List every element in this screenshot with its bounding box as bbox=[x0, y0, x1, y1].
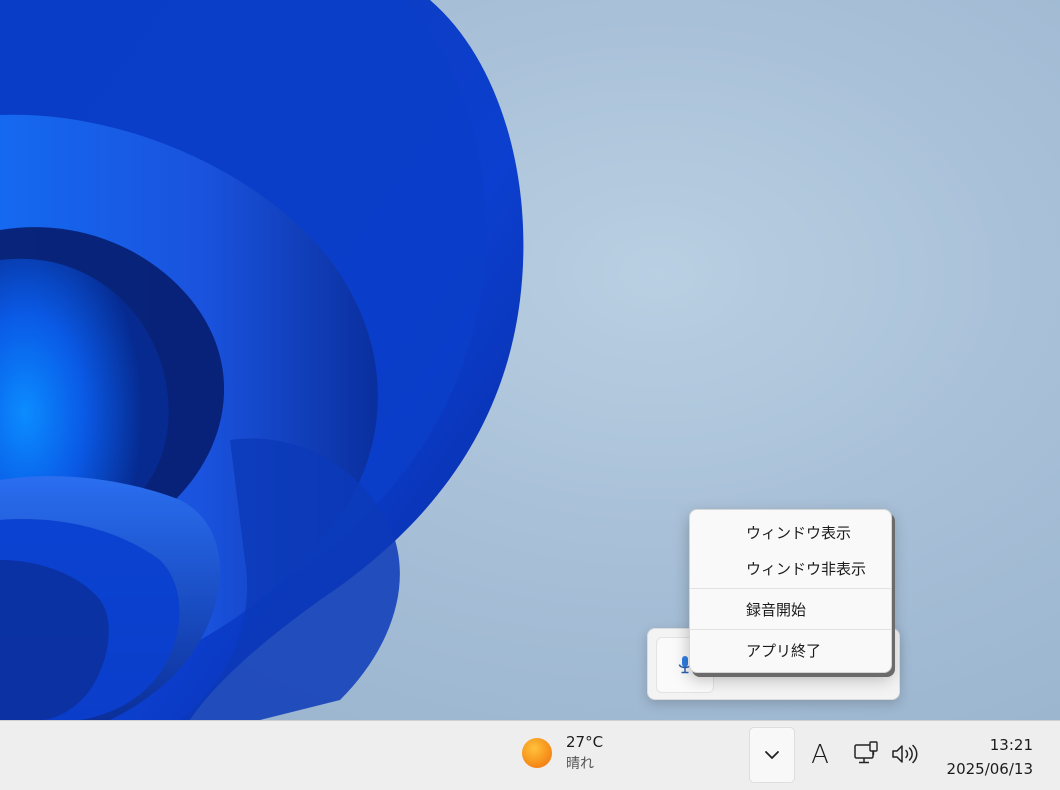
menu-item-show-window[interactable]: ウィンドウ表示 bbox=[690, 514, 891, 550]
ime-mode-indicator[interactable]: A bbox=[806, 738, 834, 772]
menu-separator bbox=[690, 629, 891, 630]
show-hidden-icons-button[interactable] bbox=[749, 727, 795, 783]
menu-item-start-recording[interactable]: 録音開始 bbox=[690, 591, 891, 627]
sun-icon bbox=[522, 738, 552, 768]
taskbar: 27°C 晴れ A 13:21 2025/06/13 bbox=[0, 720, 1060, 790]
menu-item-quit-app[interactable]: アプリ終了 bbox=[690, 632, 891, 668]
weather-temperature: 27°C bbox=[566, 733, 604, 751]
clock-time: 13:21 bbox=[989, 736, 1033, 754]
menu-separator bbox=[690, 588, 891, 589]
desktop: ウィンドウ表示 ウィンドウ非表示 録音開始 アプリ終了 bbox=[0, 0, 1060, 720]
weather-widget[interactable]: 27°C 晴れ bbox=[522, 731, 603, 775]
wallpaper-bloom bbox=[0, 0, 524, 720]
chevron-up-icon bbox=[765, 751, 779, 759]
clock-date: 2025/06/13 bbox=[946, 760, 1033, 778]
volume-icon[interactable] bbox=[891, 743, 919, 765]
menu-item-hide-window[interactable]: ウィンドウ非表示 bbox=[690, 550, 891, 586]
tray-context-menu: ウィンドウ表示 ウィンドウ非表示 録音開始 アプリ終了 bbox=[689, 509, 892, 673]
clock[interactable]: 13:21 2025/06/13 bbox=[947, 733, 1033, 781]
weather-condition: 晴れ bbox=[566, 756, 594, 772]
network-icon[interactable] bbox=[853, 741, 879, 767]
